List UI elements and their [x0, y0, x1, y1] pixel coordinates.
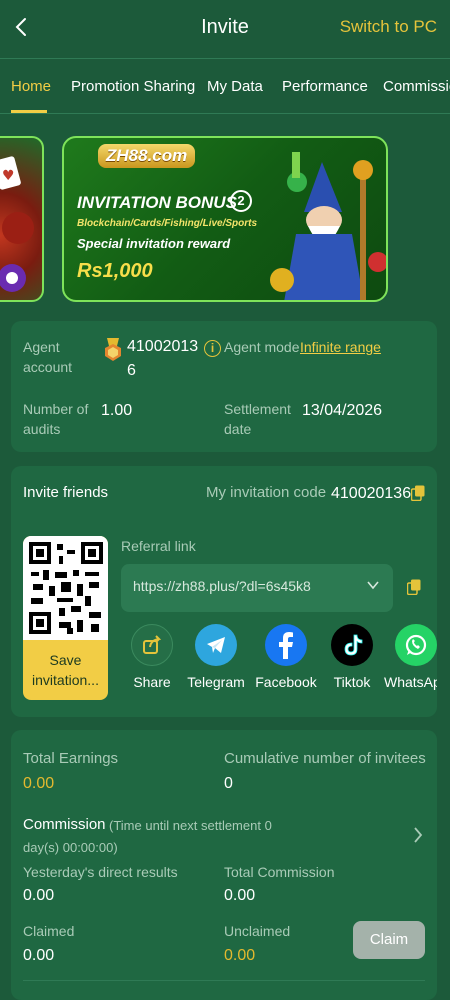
settlement-note-line1: (Time until next settlement 0 [109, 818, 272, 833]
claimed-value: 0.00 [23, 947, 55, 964]
whatsapp-icon [395, 624, 437, 666]
wizard-icon [270, 152, 386, 300]
share-icon [131, 624, 173, 666]
qr-code-panel: Save invitation... [23, 536, 108, 700]
whatsapp-label: WhatsApp [384, 674, 437, 690]
total-earnings-label: Total Earnings [23, 750, 119, 767]
tab-promotion-sharing[interactable]: Promotion Sharing [71, 78, 195, 95]
settlement-date-value: 13/04/2026 [302, 402, 383, 419]
earnings-card: Total Earnings 0.00 Cumulative number of… [11, 730, 437, 1000]
commission-label: Commission [23, 816, 106, 833]
bonus-special-text: Special invitation reward [77, 236, 231, 251]
share-label: Share [133, 674, 171, 690]
banner-carousel[interactable]: ♥ ZH88.com INVITATION BONUS 2 Blockchain… [0, 128, 450, 308]
agent-account-value-line1: 41002013 [127, 338, 199, 355]
brand-logo: ZH88.com [98, 144, 196, 168]
tiktok-icon [331, 624, 373, 666]
medal-icon [105, 338, 121, 361]
claimed-label: Claimed [23, 923, 75, 939]
unclaimed-value: 0.00 [224, 947, 256, 964]
direct-results-label: Yesterday's direct results [23, 864, 178, 880]
copy-link-icon[interactable] [406, 579, 421, 596]
agent-account-label-text: Agent account [23, 339, 73, 375]
share-button[interactable]: Share [120, 624, 184, 690]
casino-chips-icon: ♥ [0, 156, 34, 292]
agent-account-value: 41002013 6 [127, 335, 198, 383]
audits-value: 1.00 [101, 402, 133, 419]
invitees-value: 0 [224, 775, 233, 792]
switch-to-pc-link[interactable]: Switch to PC [340, 17, 437, 37]
referral-link-value: https://zh88.plus/?dl=6s45k8 [133, 578, 311, 594]
qr-code-icon [28, 542, 103, 634]
settlement-label-line1: Settlement [224, 401, 291, 417]
bonus-amount: Rs1,000 [77, 260, 153, 282]
save-invitation-button[interactable]: Save invitation... [23, 640, 108, 700]
settlement-note-line2: day(s) 00:00:00) [23, 840, 118, 855]
settlement-date-label: Settlement date [224, 399, 291, 439]
bonus-badge: 2 [230, 190, 252, 212]
chevron-right-icon[interactable] [413, 826, 423, 844]
info-icon[interactable]: i [204, 340, 221, 357]
top-bar: Invite Switch to PC [0, 0, 450, 56]
agent-mode-value[interactable]: Infinite range [300, 339, 381, 355]
qr-code-image [23, 536, 108, 640]
invitation-code-value: 410020136 [331, 485, 412, 502]
active-tab-indicator [11, 110, 47, 113]
copy-code-icon[interactable] [410, 485, 425, 502]
total-commission-label: Total Commission [224, 864, 335, 880]
tab-my-data[interactable]: My Data [207, 78, 263, 95]
telegram-icon [195, 624, 237, 666]
referral-link-select[interactable]: https://zh88.plus/?dl=6s45k8 [121, 564, 393, 612]
audits-label-line1: Number of [23, 401, 89, 417]
save-label-line2: invitation... [32, 672, 99, 688]
tab-home[interactable]: Home [11, 78, 51, 95]
facebook-label: Facebook [255, 674, 317, 690]
chevron-down-icon [367, 581, 379, 590]
tab-performance[interactable]: Performance [282, 78, 368, 95]
referral-link-label: Referral link [121, 538, 196, 554]
claim-button[interactable]: Claim [353, 921, 425, 959]
invitees-label: Cumulative number of invitees [224, 750, 426, 767]
share-facebook-button[interactable]: Facebook [254, 624, 318, 690]
facebook-icon [265, 624, 307, 666]
unclaimed-label: Unclaimed [224, 923, 291, 939]
tiktok-label: Tiktok [333, 674, 371, 690]
tab-bar: Home Promotion Sharing My Data Performan… [0, 58, 450, 114]
settlement-label-line2: date [224, 421, 252, 437]
share-options: Share Telegram Facebook Tiktok WhatsApp [119, 624, 437, 704]
tab-commission[interactable]: Commission [383, 78, 450, 95]
invite-friends-card: Invite friends My invitation code 410020… [11, 466, 437, 717]
total-earnings-value: 0.00 [23, 775, 55, 792]
previous-banner[interactable]: ♥ [0, 136, 44, 302]
share-telegram-button[interactable]: Telegram [184, 624, 248, 690]
telegram-label: Telegram [187, 674, 245, 690]
agent-info-card: Agent account 41002013 6 i Agent mode In… [11, 321, 437, 452]
bonus-subtitle: Blockchain/Cards/Fishing/Live/Sports [77, 218, 258, 229]
audits-label-line2: audits [23, 421, 61, 437]
svg-text:♥: ♥ [2, 168, 15, 184]
bonus-title: INVITATION BONUS [77, 193, 237, 212]
invitation-code-label: My invitation code [206, 484, 327, 501]
divider [23, 980, 425, 981]
agent-mode-label: Agent mode [224, 339, 300, 355]
total-commission-value: 0.00 [224, 887, 256, 904]
audits-label: Number of audits [23, 399, 88, 439]
share-tiktok-button[interactable]: Tiktok [320, 624, 384, 690]
share-whatsapp-button[interactable]: WhatsApp [384, 624, 437, 690]
invite-friends-title: Invite friends [23, 484, 109, 501]
wizard-illustration [252, 142, 386, 300]
agent-account-value-line2: 6 [127, 362, 136, 379]
agent-account-label: Agent account [23, 337, 83, 377]
direct-results-value: 0.00 [23, 887, 55, 904]
save-label-line1: Save [49, 652, 82, 668]
invitation-bonus-banner[interactable]: ZH88.com INVITATION BONUS 2 Blockchain/C… [62, 136, 388, 302]
